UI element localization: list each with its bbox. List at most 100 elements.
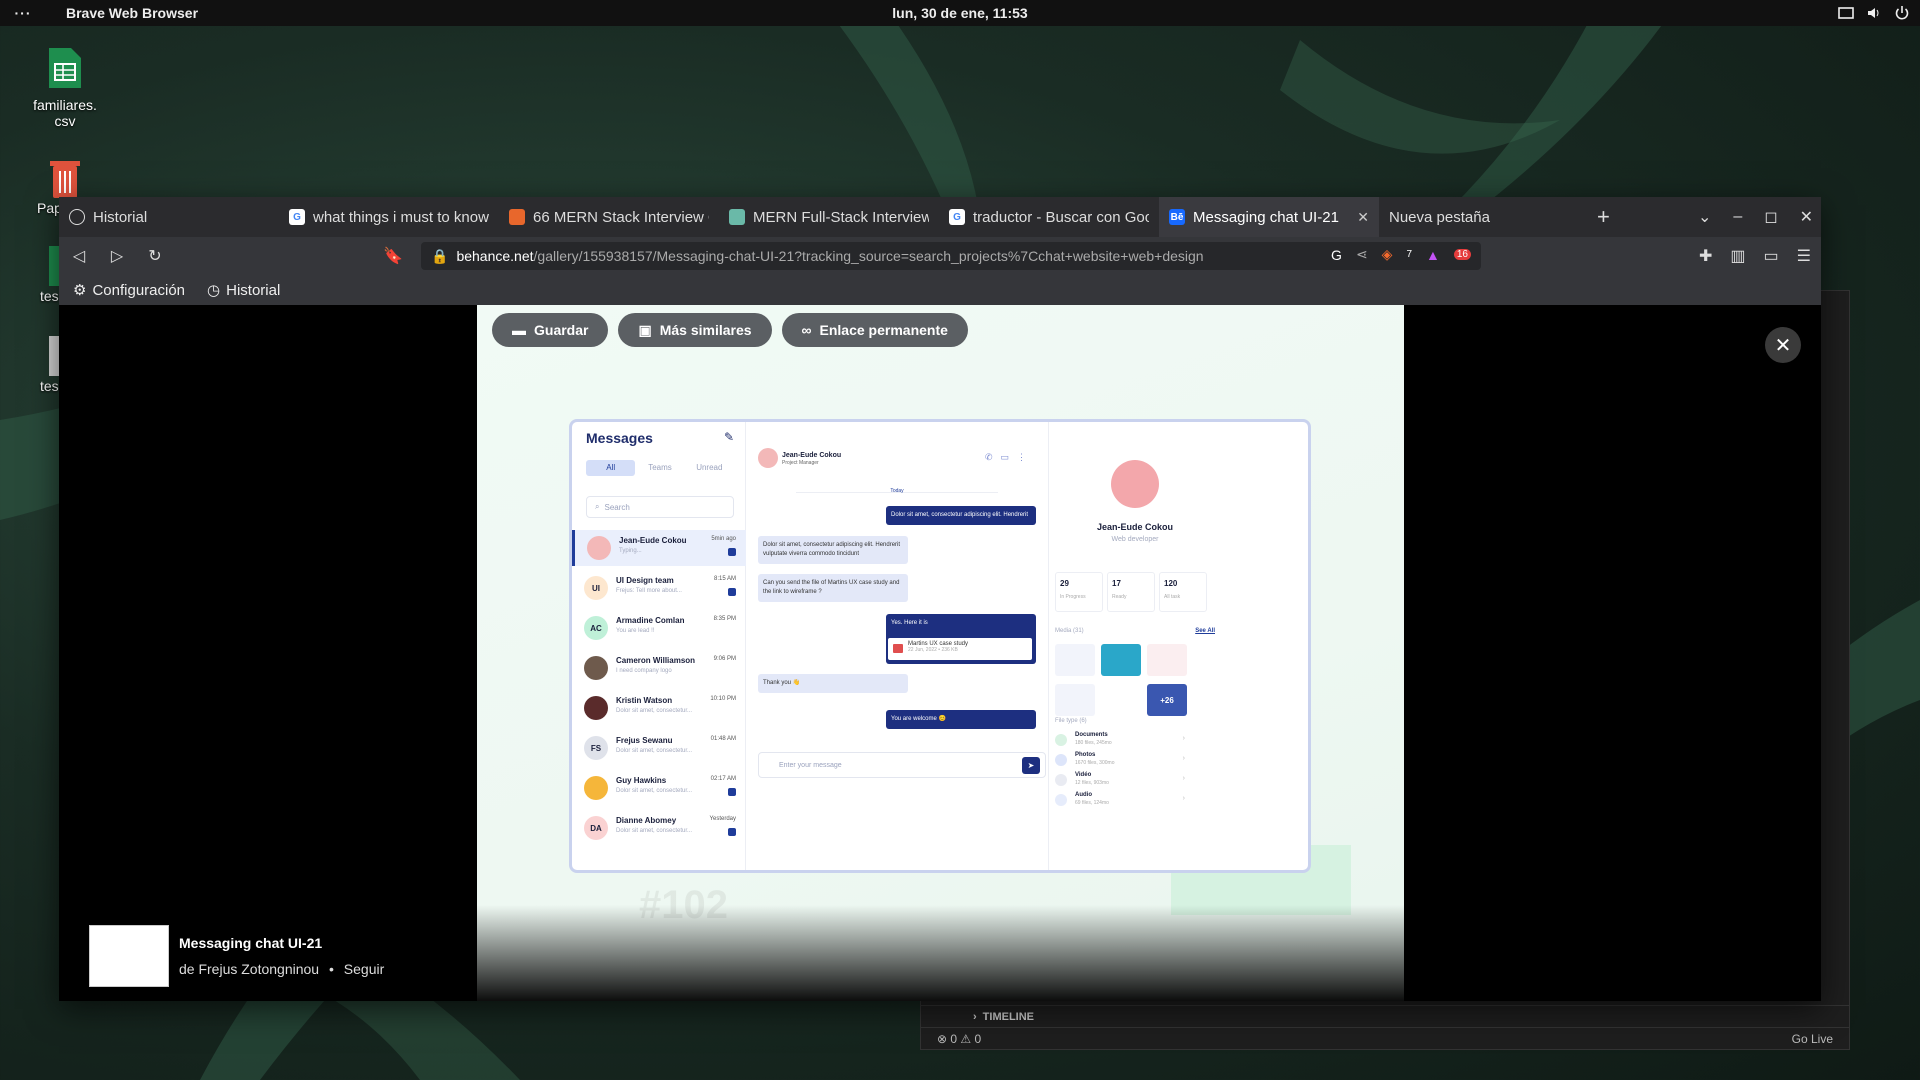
media-thumbnail <box>1055 684 1095 716</box>
unread-badge <box>728 788 736 796</box>
message-bubble-in: Dolor sit amet, consectetur adipiscing e… <box>758 536 908 564</box>
page-content: #102 ▬ Guardar ▣ Más similares ∞ Enlace … <box>59 305 1821 1001</box>
system-tray <box>1838 0 1910 26</box>
active-app-name[interactable]: Brave Web Browser <box>66 5 198 21</box>
power-icon[interactable] <box>1894 5 1910 21</box>
conversation-name: UI Design team <box>616 576 674 585</box>
bookmark-icon[interactable]: 🔖 <box>383 246 403 266</box>
messages-title: Messages <box>586 430 653 446</box>
tab-list-chevron-icon[interactable]: ⌄ <box>1698 207 1711 227</box>
project-image-viewer: #102 ▬ Guardar ▣ Más similares ∞ Enlace … <box>477 305 1404 1001</box>
rewards-count-badge: 16 <box>1453 249 1471 260</box>
file-type-title: Vidéo <box>1075 772 1092 778</box>
conversation-name: Cameron Williamson <box>616 656 696 665</box>
bookmark-configuracion[interactable]: ⚙ Configuración <box>73 281 185 300</box>
conversation-row: Guy Hawkins 02:17 AM Dolor sit amet, conse… <box>572 770 746 806</box>
message-bubble-in: Can you send the file of Martins UX case… <box>758 574 908 602</box>
url-actions: G ⋖ ◈ 7 ▲ 16 <box>1331 246 1471 263</box>
conversation-preview: Dolor sit amet, consectetur... <box>616 748 693 754</box>
tab-traductor[interactable]: G traductor - Buscar con Goo <box>939 197 1159 237</box>
extensions-puzzle-icon[interactable]: ✚ <box>1699 246 1712 266</box>
project-author-line: de Frejus Zotongninou • Seguir <box>179 961 384 977</box>
brave-shield-icon[interactable]: ◈ <box>1382 246 1393 263</box>
avatar <box>1111 460 1159 508</box>
spreadsheet-icon <box>49 48 81 88</box>
google-lens-icon[interactable]: G <box>1331 247 1342 263</box>
unread-badge <box>728 548 736 556</box>
permalink-button[interactable]: ∞ Enlace permanente <box>781 313 968 347</box>
tab-mern-fullstack[interactable]: MERN Full-Stack Interview <box>719 197 939 237</box>
follow-link[interactable]: Seguir <box>344 961 384 977</box>
google-icon: G <box>949 209 965 225</box>
tab-mern-questions[interactable]: 66 MERN Stack Interview Q <box>499 197 719 237</box>
sidebar-icon[interactable]: ▥ <box>1730 246 1745 266</box>
address-bar[interactable]: 🔒 behance.net /gallery/155938157/Messagi… <box>421 242 1481 270</box>
problems-count[interactable]: ⊗ 0 ⚠ 0 <box>937 1032 981 1046</box>
conversation-name: Frejus Sewanu <box>616 736 673 745</box>
bookmark-historial[interactable]: ◷ Historial <box>207 281 280 300</box>
window-controls: ⌄ – ◻ ✕ <box>1698 197 1813 237</box>
project-thumbnail[interactable] <box>89 925 169 987</box>
wallet-icon[interactable]: ▭ <box>1764 246 1779 266</box>
avatar <box>584 696 608 720</box>
history-icon <box>69 209 85 225</box>
avatar <box>587 536 611 560</box>
back-icon[interactable]: ◁ <box>69 246 89 266</box>
message-bubble-out: You are welcome 😊 <box>886 710 1036 729</box>
forward-icon[interactable]: ▷ <box>107 246 127 266</box>
tab-label: MERN Full-Stack Interview <box>753 208 929 226</box>
volume-icon[interactable] <box>1866 5 1882 21</box>
menu-hamburger-icon[interactable]: ☰ <box>1797 246 1811 266</box>
stat-card: 17 Ready <box>1107 572 1155 612</box>
media-header: Media (31) See All <box>1055 628 1215 634</box>
rewards-icon[interactable]: ▲ <box>1426 247 1440 263</box>
reload-icon[interactable]: ↻ <box>145 246 165 266</box>
search-icon: ⌕ <box>595 502 600 511</box>
chevron-right-icon: › <box>973 1010 977 1023</box>
media-thumbnail <box>1147 644 1187 676</box>
conversation-time: 02:17 AM <box>710 776 736 782</box>
media-thumbnail <box>1101 684 1141 716</box>
unread-badge <box>728 588 736 596</box>
file-type-row: Documents 180 files, 245mo › <box>1055 732 1185 750</box>
new-tab-plus-icon[interactable]: + <box>1597 204 1610 230</box>
file-type-icon <box>1055 794 1067 806</box>
window-icon[interactable] <box>1838 5 1854 21</box>
conversation-row: Kristin Watson 10:10 PM Dolor sit amet, co… <box>572 690 746 726</box>
message-bubble-out: Dolor sit amet, consectetur adipiscing e… <box>886 506 1036 525</box>
close-tab-icon[interactable]: ✕ <box>1357 209 1369 226</box>
tab-google-search[interactable]: G what things i must to know <box>279 197 499 237</box>
file-type-icon <box>1055 774 1067 786</box>
close-viewer-button[interactable]: ✕ <box>1765 327 1801 363</box>
file-type-row: Audio 69 files, 124mo › <box>1055 792 1185 810</box>
project-author[interactable]: de Frejus Zotongninou <box>179 961 319 977</box>
browser-toolbar: ◁ ▷ ↻ 🔖 🔒 behance.net /gallery/155938157… <box>59 237 1821 275</box>
close-window-icon[interactable]: ✕ <box>1800 207 1813 227</box>
conversation-row: AC Armadine Comlan 8:35 PM You are lead !! <box>572 610 746 646</box>
shield-count-badge: 7 <box>1406 249 1413 260</box>
history-icon: ◷ <box>207 282 221 299</box>
minimize-icon[interactable]: – <box>1733 208 1742 226</box>
tab-new-tab[interactable]: Nueva pestaña <box>1379 197 1579 237</box>
tab-label: traductor - Buscar con Goo <box>973 208 1149 226</box>
go-live-button[interactable]: Go Live <box>1792 1032 1833 1046</box>
more-similar-button[interactable]: ▣ Más similares <box>618 313 772 347</box>
media-thumbnails: +26 <box>1055 644 1187 716</box>
file-type-icon <box>1055 734 1067 746</box>
maximize-icon[interactable]: ◻ <box>1764 207 1777 227</box>
tab-historial[interactable]: Historial <box>59 197 279 237</box>
timeline-section[interactable]: › TIMELINE <box>921 1005 1849 1027</box>
save-button[interactable]: ▬ Guardar <box>492 313 609 347</box>
activities-menu[interactable]: ··· <box>0 5 46 21</box>
desktop-file-familiares[interactable]: familiares. csv <box>20 46 110 129</box>
tab-label: 66 MERN Stack Interview Q <box>533 208 709 226</box>
project-title[interactable]: Messaging chat UI-21 <box>179 935 384 951</box>
tab-behance-active[interactable]: Bē Messaging chat UI-21 o ✕ <box>1159 197 1379 237</box>
system-clock[interactable]: lun, 30 de ene, 11:53 <box>0 5 1920 21</box>
share-icon[interactable]: ⋖ <box>1356 246 1368 263</box>
chevron-right-icon: › <box>1182 775 1185 782</box>
unread-badge <box>728 828 736 836</box>
conversation-time: 5min ago <box>711 536 736 542</box>
file-type-size: 1670 files, 300mo <box>1075 760 1115 766</box>
conversation-preview: Dolor sit amet, consectetur... <box>616 828 693 834</box>
